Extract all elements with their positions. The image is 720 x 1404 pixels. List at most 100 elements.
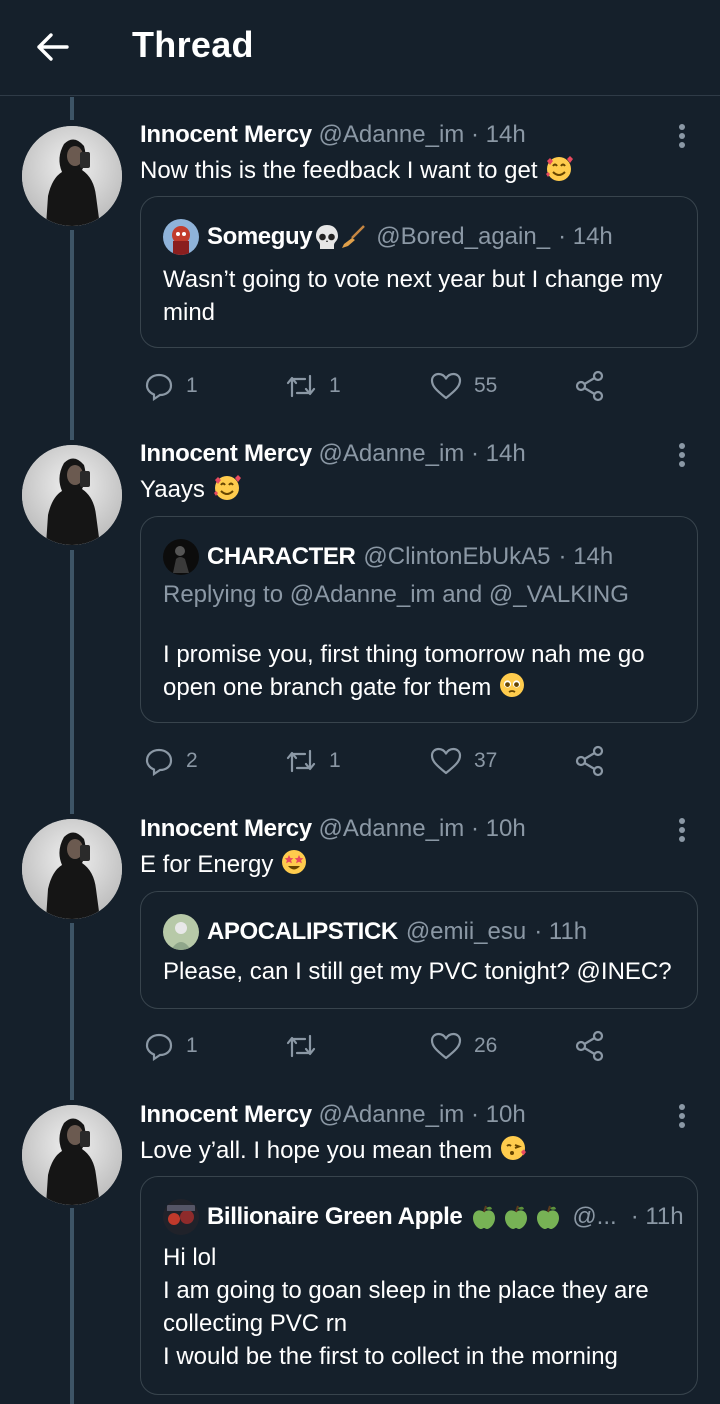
timestamp[interactable]: · 14h <box>471 121 526 148</box>
tweet[interactable]: Innocent Mercy @Adanne_im · 10h Love y’a… <box>0 1100 720 1404</box>
like-count: 26 <box>474 1034 498 1057</box>
heart-icon <box>430 1032 462 1060</box>
quoted-timestamp: · 14h <box>558 223 613 250</box>
tweet[interactable]: Innocent Mercy @Adanne_im · 14h Now this… <box>0 120 720 430</box>
tweet-actions: 1 1 55 <box>140 366 620 406</box>
author-handle[interactable]: @Adanne_im <box>319 440 465 467</box>
retweet-button[interactable]: 1 <box>285 366 341 406</box>
tweet-actions: 2 1 37 <box>140 741 620 781</box>
tweet-text: Now this is the feedback I want to get <box>140 154 574 186</box>
green-apple-icon <box>473 1205 496 1229</box>
page-title: Thread <box>132 24 254 65</box>
retweet-icon <box>286 1034 316 1058</box>
smiling-face-with-hearts-icon <box>546 156 574 181</box>
skull-icon <box>316 225 339 249</box>
timestamp[interactable]: · 10h <box>471 1101 526 1128</box>
profile-photo-icon <box>22 445 122 545</box>
quoted-text-line: Hi lol <box>163 1244 217 1271</box>
quoted-timestamp: · 11h <box>630 1203 684 1230</box>
arrow-left-icon <box>37 33 69 61</box>
more-options-button[interactable] <box>666 120 698 152</box>
heart-icon <box>430 372 462 400</box>
like-button[interactable]: 55 <box>430 366 497 406</box>
more-options-button[interactable] <box>666 814 698 846</box>
tweet[interactable]: Innocent Mercy @Adanne_im · 14h Yaays CH… <box>0 439 720 809</box>
profile-photo-icon <box>22 126 122 226</box>
quoted-tweet[interactable]: Someguy @Bored_again_ · 14h Wasn’t going… <box>140 196 698 348</box>
like-button[interactable]: 26 <box>430 1026 497 1066</box>
share-button[interactable] <box>574 1026 606 1066</box>
author-name[interactable]: Innocent Mercy <box>140 1101 312 1128</box>
tweet-header: Innocent Mercy @Adanne_im · 14h <box>140 439 526 469</box>
avatar[interactable] <box>22 126 122 226</box>
author-handle[interactable]: @Adanne_im <box>319 815 465 842</box>
like-count: 37 <box>474 749 498 772</box>
retweet-count: 1 <box>329 374 341 397</box>
author-name[interactable]: Innocent Mercy <box>140 121 312 148</box>
author-handle[interactable]: @Adanne_im <box>319 1101 465 1128</box>
quoted-author-name: Billionaire Green Apple <box>207 1203 463 1230</box>
profile-photo-icon <box>163 539 199 575</box>
broom-icon <box>342 225 366 248</box>
quoted-author-handle: @... <box>572 1203 617 1230</box>
quoted-tweet-header: Someguy @Bored_again_ · 14h <box>163 219 613 255</box>
profile-photo-icon <box>163 914 199 950</box>
top-bar: Thread <box>0 0 720 96</box>
quoted-tweet-text: Wasn’t going to vote next year but I cha… <box>163 266 663 326</box>
more-options-button[interactable] <box>666 439 698 471</box>
avatar[interactable] <box>22 1105 122 1205</box>
quoted-tweet-header: CHARACTER @ClintonEbUkA5 · 14h <box>163 539 613 575</box>
quoted-author-name: APOCALIPSTICK <box>207 918 398 945</box>
reply-count: 2 <box>186 749 198 772</box>
quoted-author-name: Someguy <box>207 223 313 250</box>
quoted-tweet[interactable]: CHARACTER @ClintonEbUkA5 · 14h Replying … <box>140 516 698 723</box>
more-vertical-icon <box>679 443 685 467</box>
quoted-tweet-text: Hi lol I am going to goan sleep in the p… <box>163 1241 649 1373</box>
quoted-tweet[interactable]: APOCALIPSTICK @emii_esu · 11h Please, ca… <box>140 891 698 1009</box>
retweet-icon <box>286 749 316 773</box>
quoted-tweet[interactable]: Billionaire Green Apple @... · 11h Hi lo… <box>140 1176 698 1395</box>
tweet[interactable]: Innocent Mercy @Adanne_im · 10h E for En… <box>0 814 720 1094</box>
quoted-text-line: I am going to goan sleep in the place th… <box>163 1277 649 1304</box>
profile-photo-icon <box>163 1199 199 1235</box>
reply-button[interactable]: 2 <box>144 741 198 781</box>
quoted-tweet-text-content: I promise you, first thing tomorrow nah … <box>163 641 645 701</box>
more-vertical-icon <box>679 124 685 148</box>
back-button[interactable] <box>30 27 74 67</box>
avatar[interactable] <box>22 819 122 919</box>
quoted-author-handle: @emii_esu <box>405 918 527 945</box>
reply-count: 1 <box>186 1034 198 1057</box>
quoted-tweet-text: I promise you, first thing tomorrow nah … <box>163 638 683 704</box>
more-vertical-icon <box>679 1104 685 1128</box>
author-name[interactable]: Innocent Mercy <box>140 440 312 467</box>
share-button[interactable] <box>574 366 606 406</box>
reply-icon <box>145 373 173 401</box>
profile-photo-icon <box>163 219 199 255</box>
reply-count: 1 <box>186 374 198 397</box>
quoted-tweet-text: Please, can I still get my PVC tonight? … <box>163 958 672 985</box>
author-handle[interactable]: @Adanne_im <box>319 121 465 148</box>
tweet-text: Love y’all. I hope you mean them <box>140 1134 529 1166</box>
timestamp[interactable]: · 10h <box>471 815 526 842</box>
smiling-face-with-hearts-icon <box>213 475 241 500</box>
tweet-text: E for Energy <box>140 848 308 880</box>
author-name[interactable]: Innocent Mercy <box>140 815 312 842</box>
tweet-header: Innocent Mercy @Adanne_im · 10h <box>140 1100 526 1130</box>
avatar[interactable] <box>22 445 122 545</box>
reply-button[interactable]: 1 <box>144 1026 198 1066</box>
retweet-button[interactable]: 1 <box>285 741 341 781</box>
timestamp[interactable]: · 14h <box>471 440 526 467</box>
green-apple-icon <box>537 1205 560 1229</box>
quoted-tweet-header: Billionaire Green Apple @... · 11h <box>163 1199 684 1235</box>
reply-button[interactable]: 1 <box>144 366 198 406</box>
tweet-header: Innocent Mercy @Adanne_im · 10h <box>140 814 526 844</box>
retweet-button[interactable] <box>285 1026 329 1066</box>
tweet-text-content: Yaays <box>140 476 205 503</box>
like-button[interactable]: 37 <box>430 741 497 781</box>
tweet-text-content: Now this is the feedback I want to get <box>140 157 538 184</box>
reply-icon <box>145 1033 173 1061</box>
more-options-button[interactable] <box>666 1100 698 1132</box>
replying-to[interactable]: Replying to @Adanne_im and @_VALKING <box>163 580 629 610</box>
share-button[interactable] <box>574 741 606 781</box>
pleading-face-icon <box>499 673 524 697</box>
